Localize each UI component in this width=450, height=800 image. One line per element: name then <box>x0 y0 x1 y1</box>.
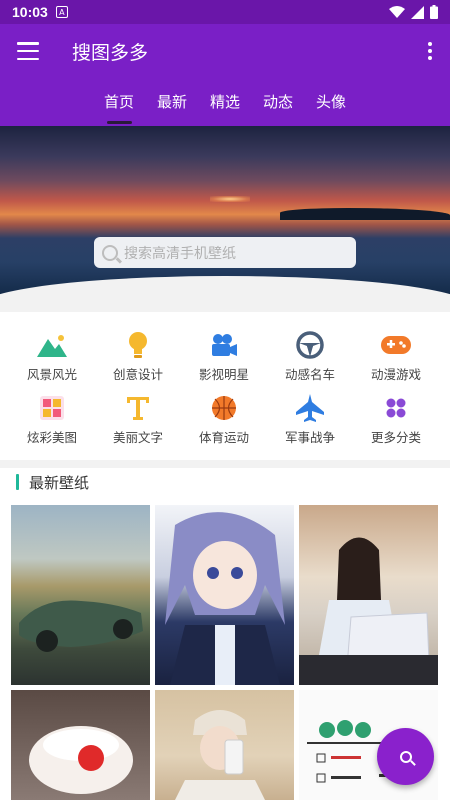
tab-bar: 首页 最新 精选 动态 头像 <box>0 90 450 124</box>
wallpaper-thumbnail[interactable] <box>11 690 150 800</box>
steering-wheel-icon <box>295 330 325 360</box>
search-bar[interactable]: 搜索高清手机壁纸 <box>94 237 356 268</box>
divider <box>0 296 450 312</box>
signal-icon <box>411 5 424 19</box>
menu-icon[interactable] <box>17 42 39 60</box>
section-title: 最新壁纸 <box>29 473 90 492</box>
status-bar: 10:03 A <box>0 0 450 24</box>
tab-featured[interactable]: 精选 <box>199 90 252 124</box>
wifi-icon <box>389 5 405 18</box>
search-fab-button[interactable] <box>377 728 434 785</box>
banner-image[interactable]: 搜索高清手机壁纸 <box>0 126 450 296</box>
section-header: 最新壁纸 <box>16 470 89 494</box>
search-icon <box>102 244 118 261</box>
category-sports[interactable]: 体育运动 <box>179 379 269 445</box>
status-time: 10:03 <box>12 4 48 20</box>
tab-home[interactable]: 首页 <box>93 90 146 124</box>
app-title: 搜图多多 <box>72 42 149 64</box>
category-grid: 风景风光 创意设计 影视明星 动感名车 动漫游戏 炫彩美图 美丽文字 体育运动 … <box>0 312 450 460</box>
divider <box>0 460 450 468</box>
tab-dynamic[interactable]: 动态 <box>252 90 305 124</box>
category-cars[interactable]: 动感名车 <box>265 316 355 382</box>
category-more[interactable]: 更多分类 <box>351 379 441 445</box>
color-palette-icon <box>37 393 67 423</box>
search-placeholder: 搜索高清手机壁纸 <box>124 245 236 262</box>
section-accent-bar <box>16 474 19 490</box>
wallpaper-thumbnail[interactable] <box>155 690 294 800</box>
category-creative[interactable]: 创意设计 <box>93 316 183 382</box>
category-movies[interactable]: 影视明星 <box>179 316 269 382</box>
app-bar: 搜图多多 首页 最新 精选 动态 头像 <box>0 24 450 126</box>
category-label: 更多分类 <box>370 430 421 445</box>
gamepad-icon <box>381 330 411 360</box>
category-text[interactable]: 美丽文字 <box>93 379 183 445</box>
category-scenery[interactable]: 风景风光 <box>7 316 97 382</box>
wallpaper-grid <box>11 505 439 800</box>
search-icon <box>399 750 412 763</box>
category-military[interactable]: 军事战争 <box>265 379 355 445</box>
notification-icon: A <box>55 6 68 18</box>
basketball-icon <box>209 393 239 423</box>
grid-dots-icon <box>381 393 411 423</box>
tab-avatar[interactable]: 头像 <box>305 90 358 124</box>
mountain-icon <box>37 330 67 360</box>
wallpaper-thumbnail[interactable] <box>155 505 294 685</box>
category-anime-games[interactable]: 动漫游戏 <box>351 316 441 382</box>
tab-latest[interactable]: 最新 <box>146 90 199 124</box>
category-colorful[interactable]: 炫彩美图 <box>7 379 97 445</box>
fighter-jet-icon <box>295 393 325 423</box>
category-label: 军事战争 <box>284 430 335 445</box>
wallpaper-thumbnail[interactable] <box>11 505 150 685</box>
category-label: 炫彩美图 <box>26 430 77 445</box>
lightbulb-icon <box>123 330 153 360</box>
category-label: 体育运动 <box>198 430 249 445</box>
text-t-icon <box>123 393 153 423</box>
video-camera-icon <box>209 330 239 360</box>
status-icons <box>389 5 438 19</box>
wallpaper-thumbnail[interactable] <box>299 505 438 685</box>
category-label: 美丽文字 <box>112 430 163 445</box>
battery-icon <box>430 5 438 19</box>
more-options-icon[interactable] <box>428 42 432 60</box>
